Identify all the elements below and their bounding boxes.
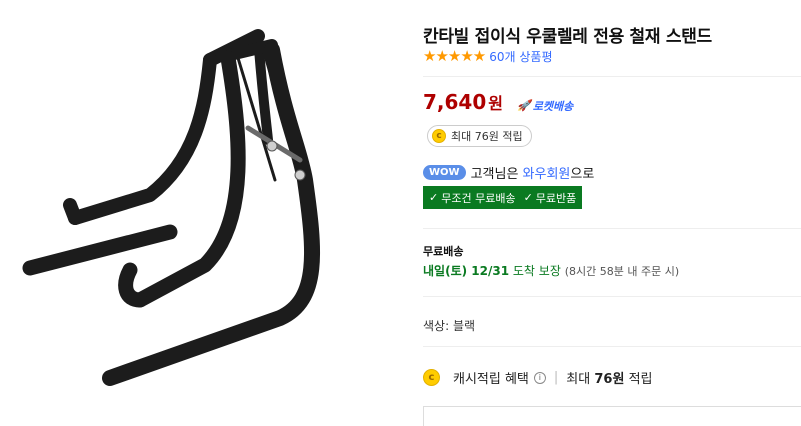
rating-row: ★★★★★ 60개 상품평 — [423, 47, 553, 65]
cash-max-prefix: 최대 — [566, 372, 591, 387]
delivery-date: 내일(토) 12/31 — [423, 264, 510, 278]
rocket-delivery-badge: 🚀 로켓배송 — [517, 98, 573, 114]
free-shipping-label: 무조건 무료배송 — [441, 191, 516, 205]
reward-text: 최대 76원 적립 — [451, 130, 523, 143]
rocket-label: 로켓배송 — [532, 99, 574, 113]
free-shipping-benefit: ✓ 무조건 무료배송 — [429, 190, 516, 206]
check-icon: ✓ — [523, 191, 533, 204]
delivery-note: (8시간 58분 내 주문 시) — [564, 265, 680, 278]
product-image[interactable] — [0, 0, 395, 422]
divider — [423, 76, 801, 77]
delivery-guarantee: 도착 보장 — [512, 264, 561, 278]
rocket-icon: 🚀 — [517, 99, 531, 112]
options-box — [423, 406, 801, 426]
cash-amount: 76원 — [594, 372, 625, 387]
wow-text-suffix: 으로 — [570, 167, 595, 182]
product-info: 칸타빌 접이식 우쿨렐레 전용 철재 스탠드 ★★★★★ 60개 상품평 7,6… — [423, 0, 801, 426]
info-icon[interactable]: i — [533, 371, 546, 384]
wow-text-prefix: 고객님은 — [470, 167, 519, 182]
product-title: 칸타빌 접이식 우쿨렐레 전용 철재 스탠드 — [423, 27, 712, 47]
cash-reward-label: 캐시적립 혜택 — [453, 372, 529, 387]
price-currency: 원 — [488, 94, 503, 113]
sale-price: 7,640 — [423, 90, 487, 114]
review-count-link[interactable]: 60개 상품평 — [489, 48, 552, 65]
price-row: 7,640 원 🚀 로켓배송 — [423, 90, 573, 114]
wow-member-row: WOW 고객님은 와우회원 으로 — [423, 163, 594, 182]
free-benefits-bar: ✓ 무조건 무료배송 ✓ 무료반품 — [423, 186, 583, 209]
ukulele-stand-image — [22, 29, 321, 386]
divider — [423, 228, 801, 229]
wow-member-link[interactable]: 와우회원 — [523, 163, 571, 182]
option-color: 색상: 블랙 — [423, 319, 476, 333]
wow-badge: WOW — [423, 165, 466, 180]
delivery-info: 내일(토) 12/31 도착 보장 (8시간 58분 내 주문 시) — [423, 262, 679, 279]
coin-icon: c — [432, 129, 446, 143]
cash-coin-icon: c — [423, 369, 440, 386]
separator: | — [553, 370, 559, 385]
cash-reward-row: c 캐시적립 혜택 i | 최대 76원 적립 — [423, 368, 652, 387]
divider — [423, 346, 801, 347]
reward-badge: c 최대 76원 적립 — [427, 125, 532, 147]
check-icon: ✓ — [429, 191, 439, 204]
free-return-label: 무료반품 — [535, 191, 577, 205]
star-rating-icon: ★★★★★ — [423, 47, 486, 65]
divider — [423, 296, 801, 297]
cash-suffix: 적립 — [628, 372, 653, 387]
delivery-label: 무료배송 — [423, 245, 464, 258]
free-return-benefit: ✓ 무료반품 — [524, 190, 577, 206]
